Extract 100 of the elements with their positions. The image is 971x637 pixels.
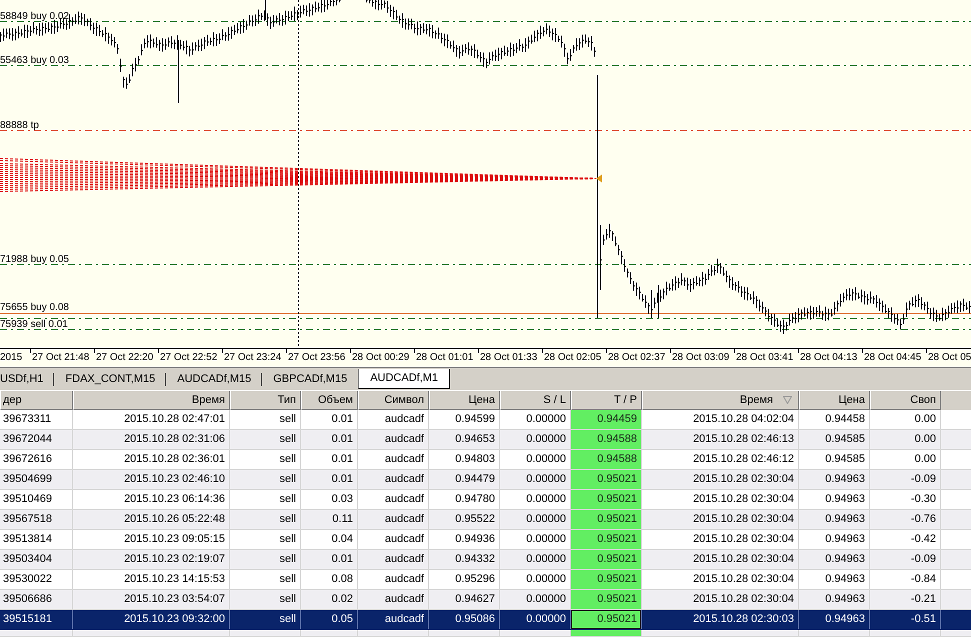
table-cell: 0.05 xyxy=(301,610,358,629)
table-cell: -0.84 xyxy=(870,570,941,589)
table-row[interactable] xyxy=(0,630,971,637)
column-header[interactable]: T / P xyxy=(571,391,642,410)
table-cell: 0.95021 xyxy=(571,570,642,589)
table-row[interactable]: 39513814 2015.10.23 09:05:15 sell 0.04 audcadf 0.94936 0.00000 0.95021 2015.10.28 02:30:04 0.94963 -0.42 xyxy=(0,530,971,550)
table-cell: 0.04 xyxy=(301,530,358,549)
table-row[interactable]: 39504699 2015.10.23 02:46:10 sell 0.01 audcadf 0.94479 0.00000 0.95021 2015.10.28 02:30:04 0.94963 -0.09 xyxy=(0,470,971,490)
table-cell: 39510469 xyxy=(0,490,73,509)
table-cell: audcadf xyxy=(358,590,429,609)
table-cell: audcadf xyxy=(358,570,429,589)
column-header[interactable]: Цена xyxy=(799,391,870,410)
table-cell: 0.01 xyxy=(301,550,358,569)
table-cell: 0.94963 xyxy=(799,470,870,489)
table-row[interactable]: 39515181 2015.10.23 09:32:00 sell 0.05 audcadf 0.95086 0.00000 0.95021 2015.10.28 02:30:03 0.94963 -0.51 xyxy=(0,610,971,630)
table-cell: 0.01 xyxy=(301,410,358,429)
table-cell: 0.94458 xyxy=(799,410,870,429)
column-header[interactable]: Время xyxy=(642,391,799,410)
table-cell: 0.94585 xyxy=(799,450,870,469)
table-cell: -0.09 xyxy=(870,550,941,569)
table-row[interactable]: 39672044 2015.10.28 02:31:06 sell 0.01 audcadf 0.94653 0.00000 0.94588 2015.10.28 02:46:13 0.94585 0.00 xyxy=(0,430,971,450)
table-cell: 0.95021 xyxy=(571,590,642,609)
table-cell: 2015.10.28 02:30:04 xyxy=(642,570,799,589)
table-cell: audcadf xyxy=(358,490,429,509)
table-cell: -0.42 xyxy=(870,530,941,549)
triangle-marker-icon xyxy=(596,174,602,182)
table-cell: sell xyxy=(230,610,301,629)
table-cell: 0.94963 xyxy=(799,490,870,509)
table-cell: 39506686 xyxy=(0,590,73,609)
table-cell: 0.01 xyxy=(301,470,358,489)
table-cell: 0.94653 xyxy=(429,430,500,449)
order-level-label: 75655 buy 0.08 xyxy=(0,302,69,313)
table-cell: 2015.10.23 09:32:00 xyxy=(73,610,230,629)
order-level-label: 58849 buy 0.02 xyxy=(0,11,69,22)
chart-tab[interactable]: GBPCADf,M15 xyxy=(262,369,358,389)
column-header[interactable]: Символ xyxy=(358,391,429,410)
table-cell: 0.95021 xyxy=(571,550,642,569)
table-cell: 0.94588 xyxy=(571,430,642,449)
table-cell: 39672616 xyxy=(0,450,73,469)
column-header[interactable]: Цена xyxy=(429,391,500,410)
table-cell: 39503404 xyxy=(0,550,73,569)
column-header[interactable]: Своп xyxy=(870,391,941,410)
column-header[interactable]: Время xyxy=(73,391,230,410)
table-cell: 2015.10.28 02:30:04 xyxy=(642,590,799,609)
table-cell: 2015.10.23 02:19:07 xyxy=(73,550,230,569)
table-cell: 39513814 xyxy=(0,530,73,549)
column-header[interactable]: Тип xyxy=(230,391,301,410)
table-cell: 0.94963 xyxy=(799,510,870,529)
table-cell: 0.94627 xyxy=(429,590,500,609)
table-row[interactable]: 39672616 2015.10.28 02:36:01 sell 0.01 audcadf 0.94803 0.00000 0.94588 2015.10.28 02:46:12 0.94585 0.00 xyxy=(0,450,971,470)
table-cell: 0.95021 xyxy=(571,610,642,629)
table-row[interactable]: 39567518 2015.10.26 05:22:48 sell 0.11 audcadf 0.95522 0.00000 0.95021 2015.10.28 02:30:04 0.94963 -0.76 xyxy=(0,510,971,530)
table-cell: 0.94963 xyxy=(799,590,870,609)
table-cell: 2015.10.28 02:47:01 xyxy=(73,410,230,429)
table-cell: audcadf xyxy=(358,510,429,529)
table-cell: 0.94963 xyxy=(799,550,870,569)
table-cell: 39672044 xyxy=(0,430,73,449)
order-level-label: 71988 buy 0.05 xyxy=(0,254,69,265)
table-cell: 2015.10.28 02:30:03 xyxy=(642,610,799,629)
table-cell: audcadf xyxy=(358,610,429,629)
column-header[interactable]: дер xyxy=(0,391,73,410)
table-cell: 0.94588 xyxy=(571,450,642,469)
table-cell: sell xyxy=(230,490,301,509)
column-header[interactable]: S / L xyxy=(500,391,571,410)
table-cell: sell xyxy=(230,470,301,489)
table-cell: 2015.10.28 02:30:04 xyxy=(642,510,799,529)
table-cell: audcadf xyxy=(358,430,429,449)
table-cell: 0.94332 xyxy=(429,550,500,569)
table-cell: sell xyxy=(230,430,301,449)
table-cell: 0.02 xyxy=(301,590,358,609)
column-header[interactable]: Объем xyxy=(301,391,358,410)
table-cell: 0.95296 xyxy=(429,570,500,589)
table-cell: 0.94459 xyxy=(571,410,642,429)
table-cell: 2015.10.23 06:14:36 xyxy=(73,490,230,509)
table-cell: audcadf xyxy=(358,410,429,429)
table-cell: 0.08 xyxy=(301,570,358,589)
table-cell: 0.95021 xyxy=(571,490,642,509)
chart-tab[interactable]: AUDCADf,M1 xyxy=(358,369,450,389)
table-cell: 0.95021 xyxy=(571,510,642,529)
table-cell: 0.94803 xyxy=(429,450,500,469)
table-cell: 2015.10.28 02:30:04 xyxy=(642,470,799,489)
table-cell: 2015.10.28 02:30:04 xyxy=(642,530,799,549)
table-cell: 0.00 xyxy=(870,450,941,469)
table-row[interactable]: 39510469 2015.10.23 06:14:36 sell 0.03 audcadf 0.94780 0.00000 0.95021 2015.10.28 02:30:04 0.94963 -0.30 xyxy=(0,490,971,510)
table-cell: 2015.10.28 02:36:01 xyxy=(73,450,230,469)
table-cell: 0.94963 xyxy=(799,530,870,549)
table-row[interactable]: 39506686 2015.10.23 03:54:07 sell 0.02 audcadf 0.94627 0.00000 0.95021 2015.10.28 02:30:04 0.94963 -0.21 xyxy=(0,590,971,610)
table-row[interactable]: 39503404 2015.10.23 02:19:07 sell 0.01 audcadf 0.94332 0.00000 0.95021 2015.10.28 02:30:04 0.94963 -0.09 xyxy=(0,550,971,570)
table-cell: 0.01 xyxy=(301,450,358,469)
table-row[interactable]: 39673311 2015.10.28 02:47:01 sell 0.01 audcadf 0.94599 0.00000 0.94459 2015.10.28 04:02:04 0.94458 0.00 xyxy=(0,410,971,430)
table-row[interactable]: 39530022 2015.10.23 14:15:53 sell 0.08 audcadf 0.95296 0.00000 0.95021 2015.10.28 02:30:04 0.94963 -0.84 xyxy=(0,570,971,590)
table-cell: 2015.10.28 02:30:04 xyxy=(642,550,799,569)
table-cell: 2015.10.23 02:46:10 xyxy=(73,470,230,489)
table-cell: 0.94585 xyxy=(799,430,870,449)
table-cell: 39567518 xyxy=(0,510,73,529)
table-cell: 39515181 xyxy=(0,610,73,629)
table-cell: audcadf xyxy=(358,450,429,469)
table-cell: -0.09 xyxy=(870,470,941,489)
table-cell: 2015.10.26 05:22:48 xyxy=(73,510,230,529)
table-cell: audcadf xyxy=(358,470,429,489)
